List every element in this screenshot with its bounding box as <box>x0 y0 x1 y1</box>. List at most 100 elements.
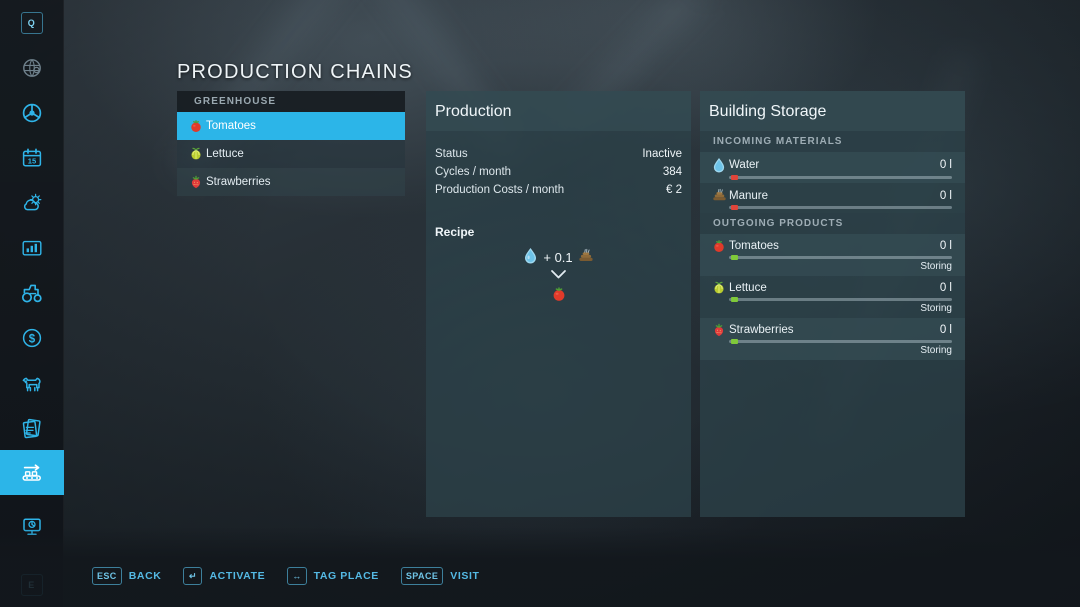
calendar-15-icon: 15 <box>20 146 44 170</box>
leftright-key-icon: ↔ <box>287 567 307 585</box>
sidebar-item-tractor[interactable] <box>0 270 64 315</box>
keybind[interactable]: ESC BACK <box>92 567 161 585</box>
production-chains-screen: Q15$E PRODUCTION CHAINS GREENHOUSE Tomat… <box>0 0 1080 607</box>
main-menu-sidebar: Q15$E <box>0 0 64 607</box>
animal-cow-icon <box>20 371 44 395</box>
storage-row-top: Tomatoes 0 l <box>709 239 952 253</box>
strawberry-icon <box>709 323 729 337</box>
storage-row[interactable]: Strawberries 0 l Storing <box>700 318 965 360</box>
list-item[interactable]: Lettuce <box>177 140 405 168</box>
stat-value: 384 <box>662 166 682 178</box>
sidebar-item-statistics[interactable] <box>0 225 64 270</box>
sidebar-item-contracts[interactable] <box>0 405 64 450</box>
sidebar-item-dollar-finances[interactable]: $ <box>0 315 64 360</box>
stat-label: Cycles / month <box>435 166 512 178</box>
storage-row-top: Water 0 l <box>709 157 952 173</box>
storage-fill-bar <box>729 255 952 260</box>
tomato-icon <box>551 286 567 307</box>
sidebar-item-key-q[interactable]: Q <box>0 0 64 45</box>
enter-key-icon: ↵ <box>183 567 203 585</box>
storage-fill-marker <box>731 255 738 260</box>
production-group-header: GREENHOUSE <box>177 91 405 112</box>
list-item-label: Tomatoes <box>206 120 256 132</box>
sidebar-item-steering-wheel[interactable] <box>0 90 64 135</box>
keybind-label: BACK <box>128 570 162 582</box>
storage-fill-marker <box>731 339 738 344</box>
esc-key-icon: ESC <box>92 567 122 585</box>
storage-fill-bar <box>729 175 952 180</box>
sidebar-item-calendar-15[interactable]: 15 <box>0 135 64 180</box>
recipe-ratio-text: + 0.1 <box>543 249 573 265</box>
storage-panel-title: Building Storage <box>709 103 827 120</box>
keybind-hints: ESC BACK ↵ ACTIVATE ↔ TAG PLACE SPACE VISIT <box>92 567 480 585</box>
keybind-label: TAG PLACE <box>313 570 379 582</box>
sidebar-item-production-chains[interactable] <box>0 450 64 495</box>
sidebar-item-animal-cow[interactable] <box>0 360 64 405</box>
storage-row-name: Lettuce <box>729 282 767 294</box>
tomato-icon <box>709 239 729 253</box>
storage-fill-bar <box>729 339 952 344</box>
water-drop-icon <box>709 157 729 173</box>
storage-section-label: OUTGOING PRODUCTS <box>713 218 844 229</box>
storage-fill-bar <box>729 205 952 210</box>
keybind[interactable]: ↔ TAG PLACE <box>287 567 379 585</box>
strawberry-icon <box>186 175 206 189</box>
storage-sections: INCOMING MATERIALS Water 0 l Manure 0 l OUTGO… <box>700 131 965 360</box>
production-panel-titlebar: Production <box>426 91 691 131</box>
list-item[interactable]: Strawberries <box>177 168 405 196</box>
tomato-icon <box>186 119 206 133</box>
stat-row: Cycles / month 384 <box>435 163 682 181</box>
storage-row-amount: 0 l <box>939 189 952 202</box>
building-storage-panel: Building Storage INCOMING MATERIALS Water… <box>700 91 965 517</box>
water-drop-icon <box>523 247 538 267</box>
keybind-label: ACTIVATE <box>209 570 266 582</box>
lettuce-icon <box>709 281 729 295</box>
production-chains-icon <box>20 461 44 485</box>
storage-row[interactable]: Manure 0 l <box>700 183 965 213</box>
steering-wheel-icon <box>20 101 44 125</box>
storage-row-name: Water <box>729 159 760 171</box>
storage-section-label: INCOMING MATERIALS <box>713 136 843 147</box>
storage-row-amount: 0 l <box>939 324 952 336</box>
lettuce-icon <box>186 147 206 161</box>
stat-label: Production Costs / month <box>435 184 565 196</box>
stat-row: Production Costs / month € 2 <box>435 181 682 199</box>
recipe-output <box>435 286 682 307</box>
list-item-label: Strawberries <box>206 176 271 188</box>
keybind[interactable]: ↵ ACTIVATE <box>183 567 265 585</box>
stat-row: Status Inactive <box>435 145 682 163</box>
production-panel-title: Production <box>435 103 512 120</box>
storage-row-top: Manure 0 l <box>709 188 952 203</box>
globe-map-icon <box>20 56 44 80</box>
storage-row[interactable]: Water 0 l <box>700 152 965 183</box>
storage-row-amount: 0 l <box>939 282 952 294</box>
production-list-panel: GREENHOUSE Tomatoes Lettuce Strawberries <box>177 91 405 196</box>
chevron-down-icon <box>435 269 682 280</box>
stat-label: Status <box>435 148 468 160</box>
storage-row-name: Strawberries <box>729 324 794 336</box>
sidebar-item-globe-map[interactable] <box>0 45 64 90</box>
production-panel-body: Status Inactive Cycles / month 384 Productio… <box>426 145 691 307</box>
storage-fill-marker <box>731 205 738 210</box>
storage-row[interactable]: Tomatoes 0 l Storing <box>700 234 965 276</box>
storage-fill-marker <box>731 175 738 180</box>
storage-row[interactable]: Lettuce 0 l Storing <box>700 276 965 318</box>
storage-row-top: Strawberries 0 l <box>709 323 952 337</box>
page-title: PRODUCTION CHAINS <box>177 61 413 83</box>
storage-fill-bar <box>729 297 952 302</box>
storage-row-amount: 0 l <box>939 240 952 252</box>
storage-row-amount: 0 l <box>939 159 952 171</box>
key-q-icon: Q <box>20 11 43 34</box>
statistics-icon <box>20 236 44 260</box>
contracts-icon <box>20 416 44 440</box>
sidebar-item-weather[interactable] <box>0 180 64 225</box>
list-item[interactable]: Tomatoes <box>177 112 405 140</box>
stat-value: Inactive <box>642 148 682 160</box>
storage-fill-marker <box>731 297 738 302</box>
recipe-inputs: + 0.1 <box>435 247 682 267</box>
storage-row-name: Manure <box>729 189 768 202</box>
list-item-label: Lettuce <box>206 148 244 160</box>
keybind[interactable]: SPACE VISIT <box>400 567 480 585</box>
space-key-icon: SPACE <box>400 567 444 585</box>
tractor-icon <box>20 281 44 305</box>
